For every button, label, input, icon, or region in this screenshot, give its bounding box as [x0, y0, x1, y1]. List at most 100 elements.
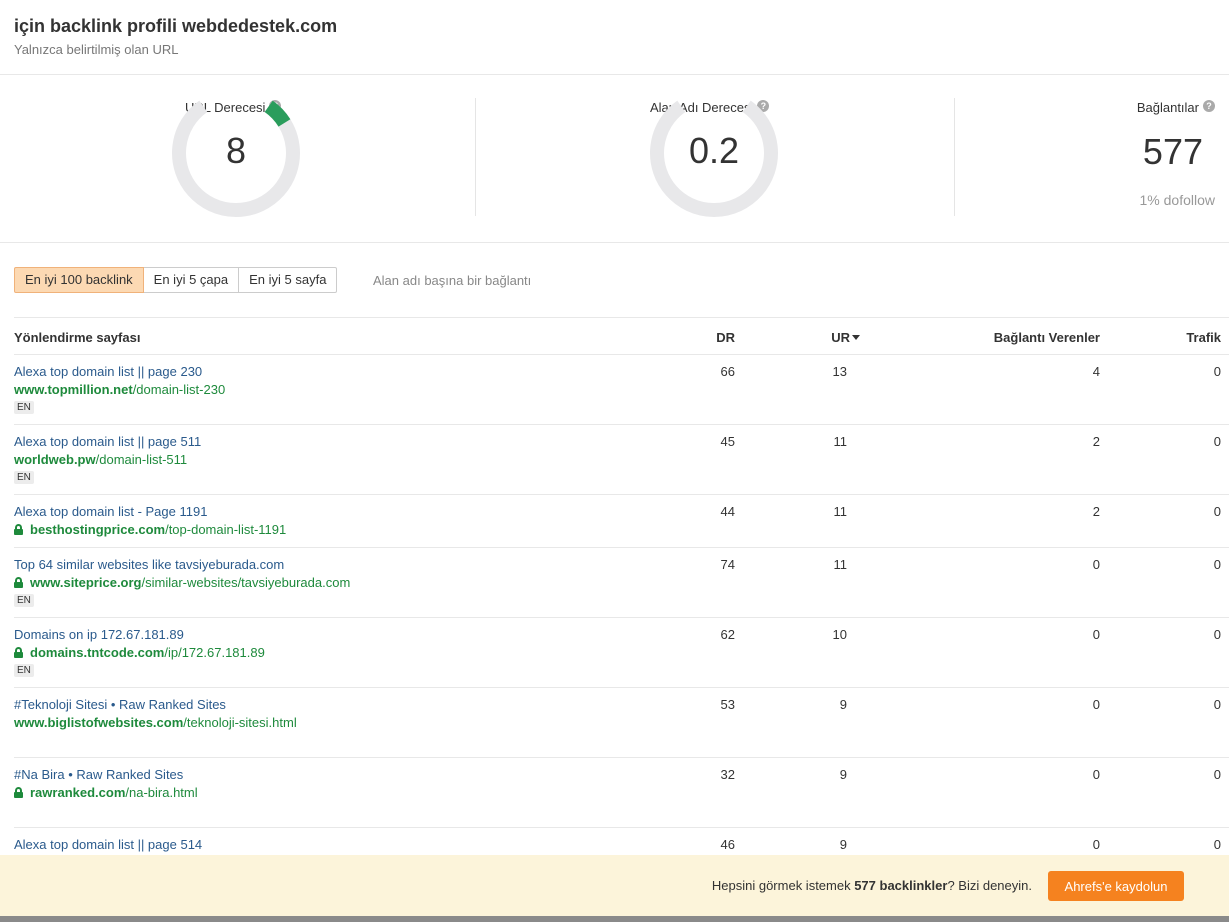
referring-path: /similar-websites/tavsiyeburada.com	[141, 575, 351, 590]
traffic-cell: 0	[1213, 627, 1221, 642]
table-row: Alexa top domain list - Page 1191 besthos…	[14, 495, 1229, 548]
domain-rating-value: 0.2	[688, 130, 740, 171]
bottom-strip	[0, 916, 1229, 922]
ur-cell: 11	[833, 434, 848, 449]
referring-domains-cell: 0	[1092, 557, 1100, 572]
referring-page-url[interactable]: www.biglistofwebsites.com/teknoloji-site…	[14, 715, 297, 730]
table-row: Top 64 similar websites like tavsiyebura…	[14, 548, 1229, 618]
referring-page-title[interactable]: Domains on ip 172.67.181.89	[14, 627, 184, 642]
page-subtitle: Yalnızca belirtilmiş olan URL	[14, 42, 179, 57]
column-header-referring[interactable]: Bağlantı Verenler	[994, 330, 1100, 345]
referring-path: /ip/172.67.181.89	[164, 645, 265, 660]
dofollow-text: 1% dofollow	[1139, 192, 1216, 208]
referring-page-title[interactable]: #Teknoloji Sitesi • Raw Ranked Sites	[14, 697, 226, 712]
referring-page-title[interactable]: Alexa top domain list || page 511	[14, 434, 201, 449]
help-icon[interactable]: ?	[1203, 100, 1215, 112]
referring-domains-cell: 2	[1092, 504, 1100, 519]
traffic-cell: 0	[1213, 434, 1221, 449]
divider	[954, 98, 955, 216]
tab-top-100-backlinks[interactable]: En iyi 100 backlink	[14, 267, 144, 293]
tab-hint: Alan adı başına bir bağlantı	[373, 273, 532, 288]
backlink-tabs: En iyi 100 backlink En iyi 5 çapa En iyi…	[14, 267, 338, 293]
referring-page-title[interactable]: Alexa top domain list || page 230	[14, 364, 202, 379]
referring-domains-cell: 0	[1092, 697, 1100, 712]
dr-cell: 32	[720, 767, 735, 782]
table-row: #Teknoloji Sitesi • Raw Ranked Sites www.…	[14, 688, 1229, 758]
ur-cell: 10	[832, 627, 847, 642]
lock-icon	[14, 577, 23, 588]
metrics-panel: URL Derecesi? 8 Alan Adı Derecesi? 0.2 B…	[0, 75, 1229, 243]
column-header-page[interactable]: Yönlendirme sayfası	[14, 330, 140, 345]
ur-cell: 9	[839, 837, 847, 852]
backlinks-label: Bağlantılar?	[1137, 100, 1215, 115]
referring-domain: www.biglistofwebsites.com	[14, 715, 184, 730]
referring-page-title[interactable]: Alexa top domain list || page 514	[14, 837, 202, 852]
lock-icon	[14, 524, 23, 535]
signup-banner: Hepsini görmek istemek 577 backlinkler? …	[0, 855, 1229, 916]
traffic-cell: 0	[1213, 837, 1221, 852]
dr-cell: 45	[720, 434, 735, 449]
dr-cell: 53	[720, 697, 735, 712]
table-row: Domains on ip 172.67.181.89 domains.tntco…	[14, 618, 1229, 688]
ur-cell: 13	[832, 364, 847, 379]
traffic-cell: 0	[1213, 767, 1221, 782]
traffic-cell: 0	[1213, 557, 1221, 572]
ur-cell: 11	[833, 557, 848, 572]
referring-page-title[interactable]: Alexa top domain list - Page 1191	[14, 504, 207, 519]
backlinks-value: 577	[1142, 131, 1203, 172]
ur-cell: 11	[833, 504, 848, 519]
referring-domain: www.siteprice.org	[30, 575, 142, 590]
referring-page-url[interactable]: www.topmillion.net/domain-list-230	[14, 382, 225, 397]
dr-cell: 46	[720, 837, 735, 852]
referring-domain: worldweb.pw	[14, 452, 96, 467]
page-header: için backlink profili webdedestek.com Ya…	[0, 0, 1229, 75]
column-header-ur[interactable]: UR	[831, 330, 860, 345]
dr-cell: 66	[720, 364, 735, 379]
referring-page-url[interactable]: besthostingprice.com/top-domain-list-119…	[14, 522, 286, 537]
dr-cell: 62	[720, 627, 735, 642]
traffic-cell: 0	[1213, 364, 1221, 379]
page-title: için backlink profili webdedestek.com	[14, 16, 338, 36]
column-header-traffic[interactable]: Trafik	[1186, 330, 1221, 345]
backlinks-table-body: Alexa top domain list || page 230 www.top…	[14, 355, 1229, 898]
tab-top-5-pages[interactable]: En iyi 5 sayfa	[238, 267, 338, 293]
referring-domain: www.topmillion.net	[14, 382, 133, 397]
sort-desc-icon	[852, 335, 860, 340]
referring-page-title[interactable]: #Na Bira • Raw Ranked Sites	[14, 767, 183, 782]
referring-page-url[interactable]: rawranked.com/na-bira.html	[14, 785, 198, 800]
referring-page-url[interactable]: www.siteprice.org/similar-websites/tavsi…	[14, 575, 350, 590]
table-header: Yönlendirme sayfası DR UR Bağlantı Veren…	[14, 317, 1229, 355]
referring-page-title[interactable]: Top 64 similar websites like tavsiyebura…	[14, 557, 284, 572]
language-badge: EN	[14, 401, 34, 414]
ur-cell: 9	[839, 697, 847, 712]
tab-top-5-anchors[interactable]: En iyi 5 çapa	[142, 267, 240, 293]
table-row: Alexa top domain list || page 511 worldwe…	[14, 425, 1229, 495]
referring-page-url[interactable]: domains.tntcode.com/ip/172.67.181.89	[14, 645, 265, 660]
referring-path: /domain-list-230	[132, 382, 226, 397]
traffic-cell: 0	[1213, 504, 1221, 519]
referring-domains-cell: 4	[1092, 364, 1100, 379]
referring-domains-cell: 0	[1092, 767, 1100, 782]
dr-cell: 44	[720, 504, 735, 519]
lock-icon	[14, 647, 23, 658]
table-row: Alexa top domain list || page 230 www.top…	[14, 355, 1229, 425]
referring-path: /teknoloji-sitesi.html	[183, 715, 297, 730]
signup-banner-text: Hepsini görmek istemek 577 backlinkler? …	[711, 878, 1032, 893]
column-header-dr[interactable]: DR	[716, 330, 735, 345]
ur-cell: 9	[839, 767, 847, 782]
referring-domains-cell: 0	[1092, 837, 1100, 852]
divider	[475, 98, 476, 216]
referring-domain: besthostingprice.com	[30, 522, 166, 537]
url-rating-value: 8	[225, 130, 247, 171]
language-badge: EN	[14, 594, 34, 607]
referring-domains-cell: 0	[1092, 627, 1100, 642]
referring-path: /na-bira.html	[125, 785, 198, 800]
lock-icon	[14, 787, 23, 798]
referring-domains-cell: 2	[1092, 434, 1100, 449]
signup-button[interactable]: Ahrefs'e kaydolun	[1048, 871, 1184, 901]
referring-page-url[interactable]: worldweb.pw/domain-list-511	[14, 452, 187, 467]
table-row: #Na Bira • Raw Ranked Sites rawranked.com…	[14, 758, 1229, 828]
language-badge: EN	[14, 471, 34, 484]
dr-cell: 74	[720, 557, 735, 572]
referring-domain: domains.tntcode.com	[30, 645, 165, 660]
